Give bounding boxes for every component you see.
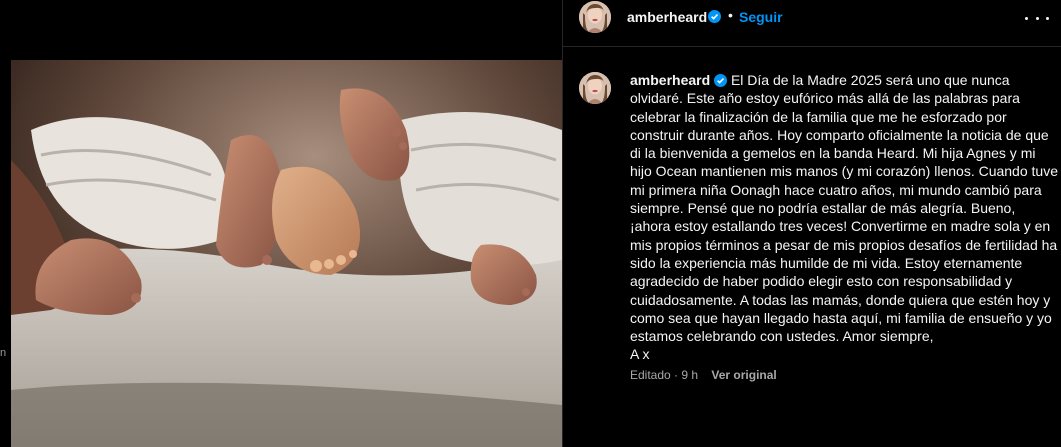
newborn-feet-photo (11, 60, 562, 447)
caption-meta: Editado · 9 h Ver original (630, 368, 777, 382)
post-timestamp: Editado · 9 h (630, 368, 699, 382)
verified-badge-icon (714, 73, 728, 87)
post-side-panel: amberheard • Seguir amberheard El Día de… (562, 0, 1061, 447)
post-header: amberheard • Seguir (563, 0, 1061, 47)
caption-username[interactable]: amberheard (630, 72, 710, 88)
separator-dot: • (728, 7, 733, 23)
follow-button[interactable]: Seguir (739, 9, 783, 25)
username-link[interactable]: amberheard (627, 9, 707, 25)
profile-picture (579, 1, 611, 33)
caption-signoff: A x (630, 346, 650, 363)
edge-glyph: n (0, 347, 7, 359)
post-caption: amberheard El Día de la Madre 2025 será … (630, 71, 1058, 364)
caption-text: El Día de la Madre 2025 será uno que nun… (630, 72, 1058, 345)
more-options-icon[interactable] (1025, 10, 1049, 26)
see-original-link[interactable]: Ver original (711, 368, 776, 382)
profile-picture (579, 72, 611, 104)
verified-badge-icon (708, 10, 721, 23)
media-area: n (0, 0, 562, 447)
caption-avatar[interactable] (579, 72, 611, 104)
post-photo[interactable] (11, 60, 562, 447)
avatar[interactable] (579, 1, 611, 33)
